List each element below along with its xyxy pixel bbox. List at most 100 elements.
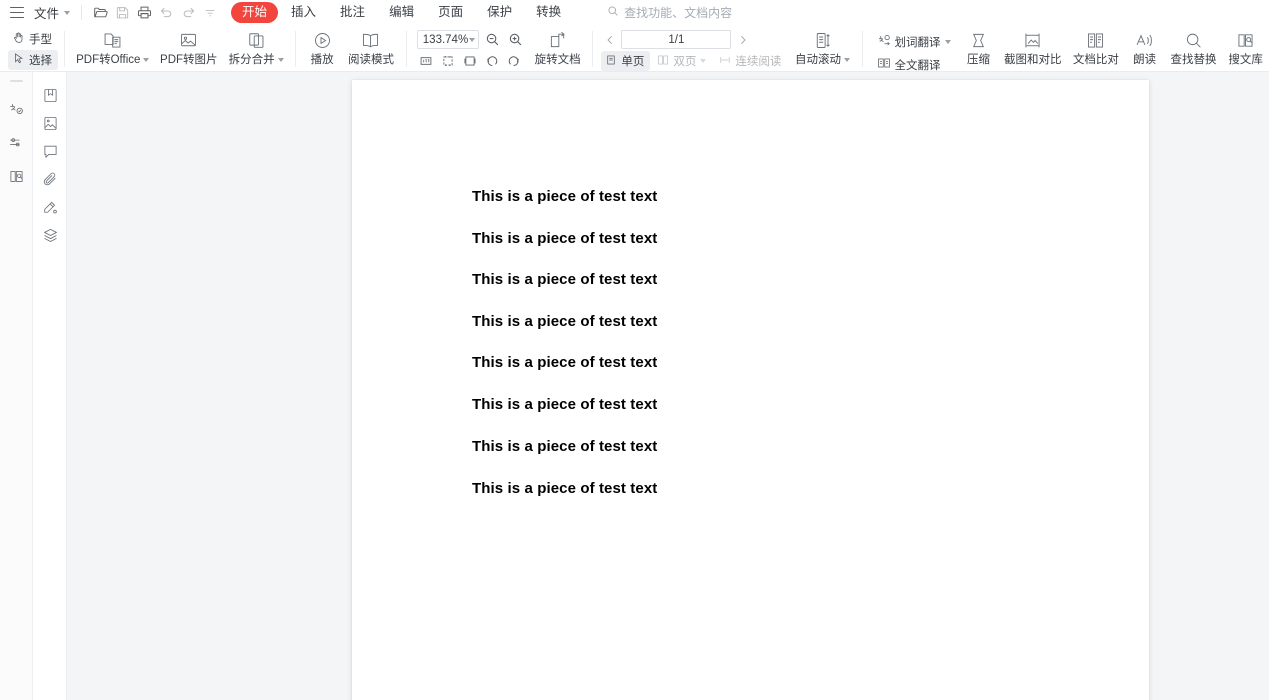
read-aloud-button[interactable]: 朗读 (1125, 27, 1165, 67)
compress-button[interactable]: 压缩 (959, 27, 999, 67)
pdf-to-office-label: PDF转Office (76, 53, 150, 67)
page-view-modes: 单页 双页 连续阅读 (601, 51, 787, 71)
double-page-label: 双页 (673, 56, 697, 68)
screenshot-compare-button[interactable]: 截图和对比 (999, 27, 1068, 67)
document-text-line: This is a piece of test text (472, 313, 658, 330)
auto-scroll-label: 自动滚动 (795, 53, 850, 67)
rotate-document-button[interactable]: 旋转文档 (529, 27, 587, 67)
file-menu-label: 文件 (34, 7, 60, 21)
open-folder-icon[interactable] (89, 2, 111, 24)
fit-width-button[interactable] (462, 52, 479, 69)
double-page-button[interactable]: 双页 (653, 51, 712, 71)
read-aloud-icon (1134, 29, 1155, 51)
ribbon-tabs: 开始 插入 批注 编辑 页面 保护 转换 (231, 2, 572, 23)
sidebar-attachment-icon[interactable] (37, 166, 63, 193)
sidebar-primary-rail (0, 72, 33, 700)
page-nav-group: 1/1 单页 双页 连续阅读 (599, 27, 789, 71)
sidebar-thumbnail-icon[interactable] (37, 110, 63, 137)
undo-icon[interactable] (155, 2, 177, 24)
hand-tool-button[interactable]: 手型 (8, 29, 58, 49)
sidebar-library-icon[interactable] (3, 164, 29, 190)
read-aloud-label: 朗读 (1133, 54, 1157, 66)
tab-insert[interactable]: 插入 (280, 2, 327, 23)
page-nav-row: 1/1 (601, 30, 787, 49)
toolbar-divider (592, 31, 594, 67)
pointer-tools-group: 手型 选择 (8, 27, 58, 70)
sidebar-translate-icon[interactable] (3, 96, 29, 122)
page-number-input[interactable]: 1/1 (621, 30, 732, 49)
search-library-icon (1235, 29, 1256, 51)
toolbar-divider (64, 31, 65, 67)
zoom-in-button[interactable] (506, 30, 525, 49)
chevron-down-icon (277, 58, 284, 62)
redo-icon[interactable] (177, 2, 199, 24)
pdf-to-image-icon (178, 29, 199, 51)
chevron-down-icon (700, 59, 707, 63)
zoom-out-button[interactable] (483, 30, 502, 49)
document-text-line: This is a piece of test text (472, 480, 658, 497)
document-compare-button[interactable]: 文档比对 (1067, 27, 1125, 67)
continuous-read-button[interactable]: 连续阅读 (715, 51, 787, 71)
page-indicator: 1/1 (668, 33, 685, 46)
document-text-line: This is a piece of test text (472, 396, 658, 413)
sidebar-bookmark-icon[interactable] (37, 82, 63, 109)
play-label: 播放 (310, 54, 334, 66)
next-page-button[interactable] (734, 30, 751, 49)
single-page-button[interactable]: 单页 (601, 51, 651, 71)
search-library-label: 搜文库 (1228, 54, 1263, 66)
select-tool-button[interactable]: 选择 (8, 50, 58, 70)
pdf-page[interactable]: This is a piece of test text This is a p… (352, 80, 1149, 700)
auto-scroll-button[interactable]: 自动滚动 (789, 27, 855, 67)
screenshot-compare-label: 截图和对比 (1004, 54, 1062, 66)
reading-mode-button[interactable]: 阅读模式 (342, 27, 400, 67)
split-merge-icon (246, 29, 267, 51)
pdf-to-office-button[interactable]: PDF转Office (71, 27, 155, 67)
document-workspace[interactable]: This is a piece of test text This is a p… (67, 72, 1269, 700)
word-translate-button[interactable]: 划词翻译 (873, 31, 957, 52)
play-icon (312, 29, 333, 51)
sidebar-settings-icon[interactable] (3, 130, 29, 156)
sidebar-signature-icon[interactable] (37, 194, 63, 221)
tab-protect[interactable]: 保护 (476, 2, 523, 23)
print-icon[interactable] (133, 2, 155, 24)
tab-edit[interactable]: 编辑 (378, 2, 425, 23)
tab-annotate[interactable]: 批注 (329, 2, 376, 23)
rotate-right-button[interactable] (506, 52, 523, 69)
compress-label: 压缩 (967, 54, 991, 66)
select-tool-label: 选择 (29, 55, 52, 67)
document-text-line: This is a piece of test text (472, 271, 658, 288)
play-button[interactable]: 播放 (302, 27, 342, 67)
rotate-left-button[interactable] (484, 52, 501, 69)
sidebar-comment-icon[interactable] (37, 138, 63, 165)
split-merge-button[interactable]: 拆分合并 (223, 27, 289, 67)
find-replace-button[interactable]: 查找替换 (1165, 27, 1223, 67)
actual-size-button[interactable] (418, 52, 435, 69)
document-text-line: This is a piece of test text (472, 354, 658, 371)
previous-page-button[interactable] (601, 30, 618, 49)
search-library-button[interactable]: 搜文库 (1222, 27, 1269, 67)
tab-page[interactable]: 页面 (427, 2, 474, 23)
document-compare-label: 文档比对 (1072, 54, 1119, 66)
rail-grip[interactable] (9, 80, 23, 82)
customize-quick-access-icon[interactable] (199, 2, 221, 24)
sidebar-layers-icon[interactable] (37, 222, 63, 249)
word-translate-label: 划词翻译 (894, 36, 941, 49)
tab-start[interactable]: 开始 (231, 2, 279, 23)
pdf-to-image-button[interactable]: PDF转图片 (155, 27, 224, 67)
chevron-down-icon (64, 10, 71, 15)
file-menu-button[interactable]: 文件 (30, 1, 74, 24)
tab-convert[interactable]: 转换 (525, 2, 572, 23)
fit-page-button[interactable] (440, 52, 457, 69)
search-input[interactable]: 查找功能、文档内容 (607, 4, 732, 21)
double-page-icon (657, 54, 669, 69)
zoom-level-select[interactable]: 133.74% (416, 30, 479, 49)
cursor-arrow-icon (12, 52, 25, 68)
rotate-document-icon (547, 29, 568, 51)
find-replace-icon (1183, 29, 1204, 51)
reading-mode-label: 阅读模式 (347, 54, 394, 66)
save-icon[interactable] (111, 2, 133, 24)
hamburger-icon[interactable] (10, 7, 24, 18)
full-translate-label: 全文翻译 (894, 59, 941, 72)
search-icon (607, 5, 619, 20)
compress-icon (968, 29, 989, 51)
